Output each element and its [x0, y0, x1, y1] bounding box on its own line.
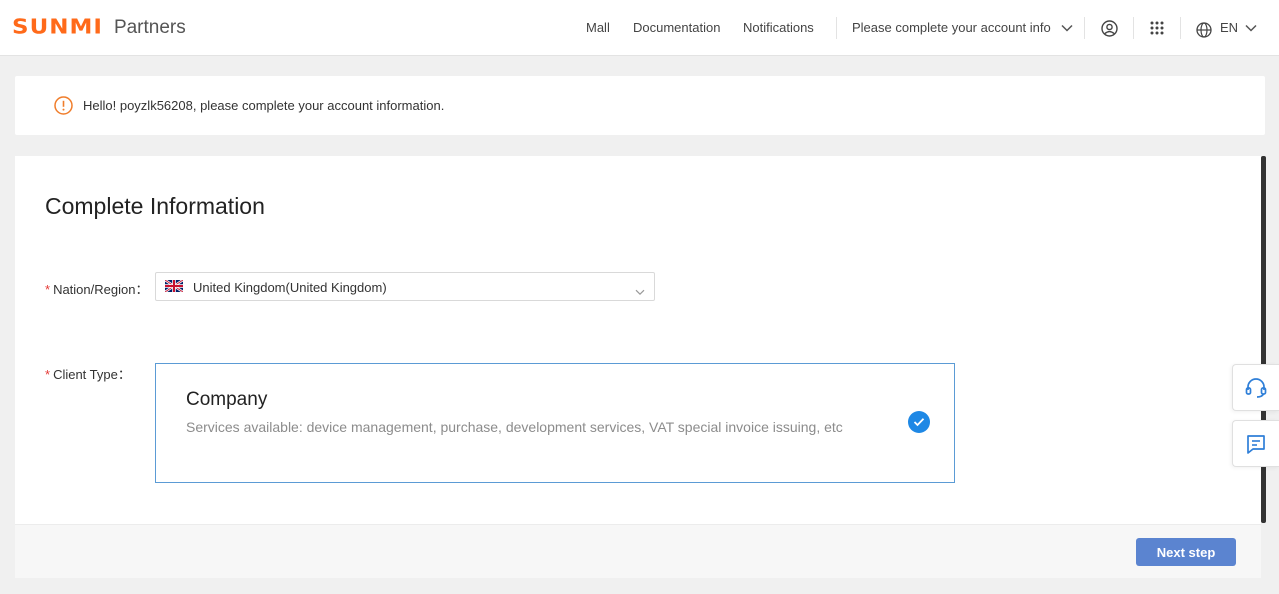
user-circle-icon[interactable] — [1100, 19, 1118, 37]
client-type-label-text: Client Type： — [53, 367, 131, 382]
nav-divider — [1084, 17, 1085, 39]
next-step-button[interactable]: Next step — [1136, 538, 1236, 566]
nav-divider — [1180, 17, 1181, 39]
chevron-down-icon — [1061, 24, 1073, 32]
nav-divider — [836, 17, 837, 39]
customer-service-icon[interactable] — [1232, 364, 1279, 411]
nation-region-select[interactable]: United Kingdom(United Kingdom) — [155, 272, 655, 301]
account-info-dropdown[interactable]: Please complete your account info — [852, 20, 1073, 35]
logo[interactable]: SUNMI Partners — [12, 16, 186, 39]
uk-flag-icon — [164, 279, 184, 293]
scrollbar[interactable] — [1261, 156, 1266, 523]
page-title: Complete Information — [45, 193, 265, 219]
exclamation-circle-icon — [54, 96, 73, 120]
nation-region-label: * Nation/Region： — [45, 279, 148, 298]
language-selector[interactable]: EN — [1220, 20, 1238, 35]
apps-grid-icon[interactable] — [1149, 20, 1165, 36]
client-type-company-option[interactable]: Company Services available: device manag… — [155, 363, 955, 483]
nav-documentation[interactable]: Documentation — [633, 20, 720, 35]
nav-notifications[interactable]: Notifications — [743, 20, 814, 35]
checkmark-icon — [908, 411, 930, 433]
nation-region-label-text: Nation/Region： — [53, 282, 149, 297]
complete-info-card: Complete Information * Nation/Region： Uni… — [15, 156, 1261, 578]
logo-text: Partners — [113, 17, 186, 38]
account-info-label: Please complete your account info — [852, 20, 1051, 35]
feedback-message-icon[interactable] — [1232, 420, 1279, 467]
globe-icon[interactable] — [1195, 21, 1212, 38]
nav-mall[interactable]: Mall — [586, 20, 610, 35]
nav-divider — [1133, 17, 1134, 39]
info-alert: Hello! poyzlk56208, please complete your… — [15, 76, 1265, 135]
client-type-label: * Client Type： — [45, 364, 131, 383]
chevron-down-icon[interactable] — [1245, 24, 1257, 32]
top-header: SUNMI Partners Mall Documentation Notifi… — [0, 0, 1279, 56]
client-type-description: Services available: device management, p… — [186, 419, 843, 435]
required-mark: * — [45, 282, 51, 297]
form-footer: Next step — [15, 524, 1261, 578]
logo-mark: SUNMI — [12, 15, 103, 39]
client-type-title: Company — [186, 389, 268, 410]
chevron-down-icon — [635, 283, 645, 301]
nation-region-value: United Kingdom(United Kingdom) — [193, 280, 387, 295]
required-mark: * — [45, 367, 51, 382]
alert-message: Hello! poyzlk56208, please complete your… — [83, 98, 445, 113]
